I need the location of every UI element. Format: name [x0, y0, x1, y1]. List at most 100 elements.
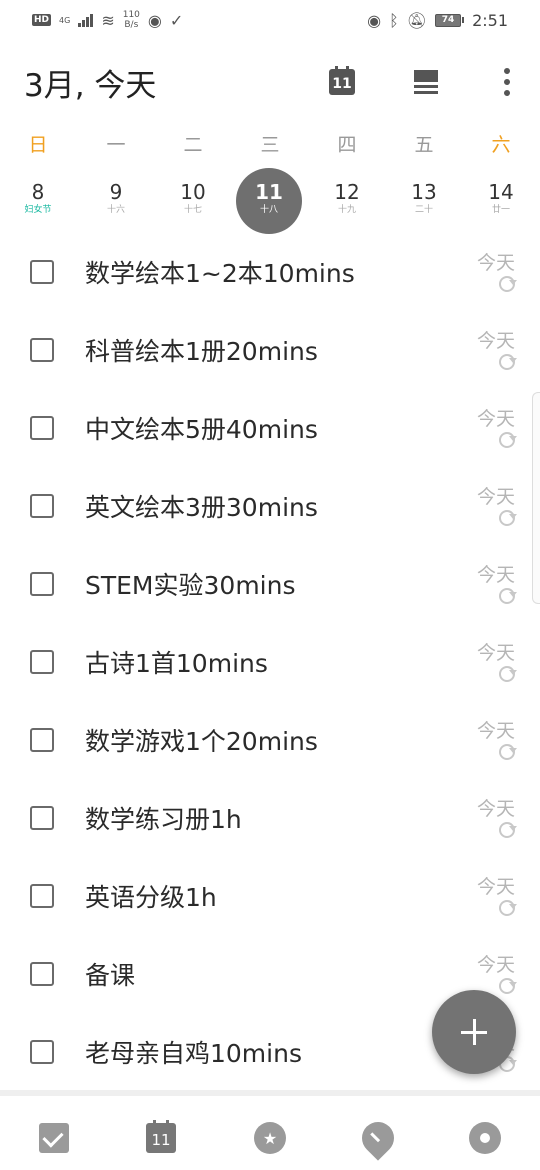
- more-options-button[interactable]: [491, 66, 523, 98]
- weekday-label: 五: [414, 134, 434, 156]
- task-item[interactable]: 数学练习册1h 今天: [0, 780, 540, 858]
- nav-habits[interactable]: ★: [252, 1120, 288, 1156]
- task-checkbox[interactable]: [30, 962, 54, 986]
- task-due-date: 今天: [476, 408, 515, 430]
- net-speed-value: 110: [122, 10, 140, 20]
- nav-timer[interactable]: [355, 1115, 401, 1161]
- weekday-header: 日 一 二 三 四 五 六: [0, 130, 540, 156]
- date-cell[interactable]: 13 二十: [390, 166, 458, 234]
- nav-tasks[interactable]: [36, 1120, 72, 1156]
- repeat-icon: [499, 744, 517, 760]
- date-number: 10: [180, 180, 206, 204]
- weekday-label: 一: [106, 134, 126, 156]
- task-item[interactable]: 英文绘本3册30mins 今天: [0, 468, 540, 546]
- network-type: 4G: [59, 15, 71, 25]
- calendar-icon: 11: [146, 1120, 176, 1153]
- task-checkbox[interactable]: [30, 650, 54, 674]
- date-number: 12: [334, 180, 360, 204]
- habit-star-icon: ★: [254, 1122, 286, 1154]
- week-view-icon: [414, 70, 438, 94]
- date-cell[interactable]: 9 十六: [82, 166, 150, 234]
- nav-settings[interactable]: [467, 1120, 503, 1156]
- alarm-icon: ◉: [147, 10, 162, 30]
- date-lunar: 廿一: [491, 205, 510, 215]
- date-cell[interactable]: 8 妇女节: [4, 166, 72, 234]
- date-number: 11: [255, 180, 283, 204]
- date-cell[interactable]: 14 廿一: [467, 166, 535, 234]
- repeat-icon: [499, 432, 517, 448]
- date-cell[interactable]: 10 十七: [159, 166, 227, 234]
- task-item[interactable]: 数学游戏1个20mins 今天: [0, 702, 540, 780]
- status-time: 2:51: [472, 10, 508, 30]
- task-item[interactable]: 英语分级1h 今天: [0, 858, 540, 936]
- repeat-icon: [499, 354, 517, 370]
- task-title: 英文绘本3册30mins: [85, 493, 318, 522]
- check-circle-icon: ✓: [169, 10, 184, 30]
- weekday-label: 日: [28, 134, 48, 156]
- date-lunar: 十九: [337, 205, 356, 215]
- task-title: 数学练习册1h: [85, 805, 242, 834]
- status-bar: HD 4G ≋ 110 B/s ◉ ✓ ◉ ᛒ 🔕︎ 74 2:51: [0, 0, 540, 40]
- view-mode-button[interactable]: [410, 66, 442, 98]
- task-checkbox[interactable]: [30, 416, 54, 440]
- date-cell-selected[interactable]: 11 十八: [236, 168, 302, 234]
- task-item[interactable]: STEM实验30mins 今天: [0, 546, 540, 624]
- eye-icon: ◉: [367, 10, 382, 30]
- repeat-icon: [499, 588, 517, 604]
- repeat-icon: [499, 276, 517, 292]
- week-date-strip: 8 妇女节 9 十六 10 十七 11 十八 12 十九 13 二十 14 廿一: [0, 166, 540, 236]
- repeat-icon: [499, 822, 517, 838]
- task-due-date: 今天: [476, 564, 515, 586]
- task-due-date: 今天: [476, 642, 515, 664]
- task-due-date: 今天: [476, 798, 515, 820]
- task-due-date: 今天: [476, 252, 515, 274]
- weekday-label: 六: [491, 134, 511, 156]
- task-due-date: 今天: [476, 876, 515, 898]
- date-number: 9: [109, 180, 123, 204]
- task-checkbox[interactable]: [30, 728, 54, 752]
- net-speed-unit: B/s: [124, 20, 139, 30]
- task-checkbox[interactable]: [30, 884, 54, 908]
- hd-badge: HD: [32, 14, 52, 26]
- task-title: 古诗1首10mins: [85, 649, 268, 678]
- repeat-icon: [499, 510, 517, 526]
- scrollbar-handle[interactable]: [532, 392, 540, 604]
- net-speed: 110 B/s: [123, 10, 140, 30]
- bluetooth-icon: ᛒ: [389, 10, 399, 30]
- page-title[interactable]: 3月, 今天: [24, 60, 156, 105]
- date-lunar: 十七: [183, 205, 202, 215]
- weekday-label: 二: [183, 134, 203, 156]
- task-due-date: 今天: [476, 954, 515, 976]
- mute-icon: 🔕︎: [406, 10, 428, 30]
- wifi-icon: ≋: [101, 10, 115, 30]
- calendar-today-button[interactable]: 11: [326, 66, 358, 98]
- task-title: 科普绘本1册20mins: [85, 337, 318, 366]
- task-checkbox[interactable]: [30, 494, 54, 518]
- add-task-button[interactable]: [432, 990, 516, 1074]
- task-checkbox[interactable]: [30, 260, 54, 284]
- task-title: 英语分级1h: [85, 883, 217, 912]
- task-item[interactable]: 古诗1首10mins 今天: [0, 624, 540, 702]
- task-checkbox[interactable]: [30, 572, 54, 596]
- signal-icon: [78, 13, 94, 27]
- date-cell[interactable]: 12 十九: [313, 166, 381, 234]
- weekday-label: 四: [337, 134, 357, 156]
- nav-calendar[interactable]: 11: [143, 1120, 179, 1156]
- repeat-icon: [499, 666, 517, 682]
- task-checkbox[interactable]: [30, 1040, 54, 1064]
- date-lunar: 十八: [259, 205, 278, 215]
- repeat-icon: [499, 978, 517, 994]
- timer-icon: [355, 1115, 401, 1161]
- task-checkbox[interactable]: [30, 338, 54, 362]
- task-item[interactable]: 数学绘本1~2本10mins 今天: [0, 234, 540, 312]
- bottom-nav: 11 ★: [0, 1090, 540, 1170]
- task-item[interactable]: 中文绘本5册40mins 今天: [0, 390, 540, 468]
- date-number: 14: [488, 180, 514, 204]
- more-vertical-icon: [504, 68, 510, 96]
- battery-level: 74: [435, 13, 462, 27]
- task-checkbox[interactable]: [30, 806, 54, 830]
- calendar-icon: 11: [329, 66, 355, 95]
- date-lunar: 十六: [106, 205, 125, 215]
- task-due-date: 今天: [476, 720, 515, 742]
- task-item[interactable]: 科普绘本1册20mins 今天: [0, 312, 540, 390]
